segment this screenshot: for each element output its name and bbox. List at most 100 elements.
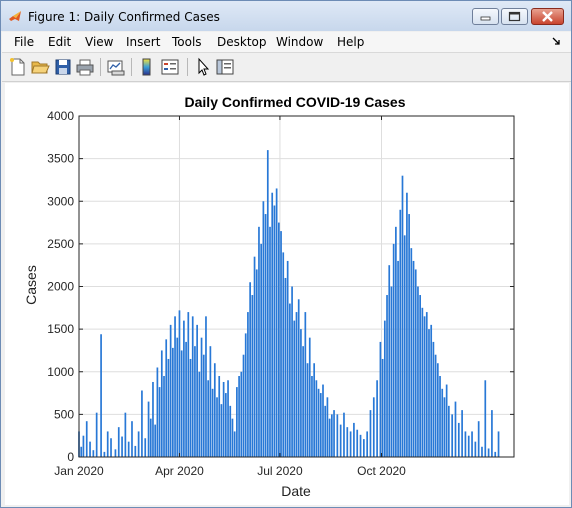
bar [185,341,187,457]
bar [222,381,225,457]
bar [251,295,254,457]
bar [308,337,311,457]
matlab-logo-icon [9,11,21,21]
bar [302,346,304,457]
bar [379,341,382,457]
bar [471,431,473,457]
bar [160,350,163,457]
bar [457,422,460,457]
menu-view[interactable]: View [85,35,113,49]
bar [244,333,247,457]
bar [258,226,260,457]
close-button[interactable] [531,8,564,25]
y-tick-label: 2500 [47,237,74,251]
bar [432,341,435,457]
bar [227,380,229,457]
bar [95,412,98,457]
bar [497,431,500,457]
bar [176,337,179,457]
bar [326,397,329,457]
bar [275,188,278,457]
y-tick-label: 3500 [47,152,74,166]
bar [266,150,269,457]
bar [366,431,369,457]
bar [127,441,130,457]
print-icon[interactable] [75,57,95,77]
minimize-button[interactable] [472,8,499,25]
bar [381,358,384,457]
bar [376,380,378,457]
bar [103,451,106,457]
toolbar-separator [187,58,188,76]
bar [349,431,352,457]
bar [183,320,185,457]
x-tick-label: Apr 2020 [155,464,204,478]
figure-window: Figure 1: Daily Confirmed Cases File Edi… [0,0,572,508]
bar [315,380,318,457]
bar [474,441,477,457]
maximize-button[interactable] [501,8,528,25]
bar [114,449,117,457]
bar [231,418,234,457]
toolbar-separator [100,58,101,76]
bar [454,401,457,457]
bar [100,334,102,457]
bar [322,384,324,457]
bar [229,405,232,457]
bar [89,441,91,457]
open-file-icon[interactable] [30,57,50,77]
bar [328,418,331,457]
close-icon [542,11,553,22]
bar [390,286,393,457]
link-plot-icon[interactable] [106,57,126,77]
bar-chart[interactable]: Daily Confirmed COVID-19 Cases Cases Dat… [5,83,569,505]
save-icon[interactable] [53,57,73,77]
bar [369,410,372,457]
menu-edit[interactable]: Edit [48,35,71,49]
bar [205,316,207,457]
bar [395,226,397,457]
bar [198,371,201,457]
menu-tools[interactable]: Tools [172,35,202,49]
bar [330,414,333,458]
bar [271,192,274,457]
menu-desktop[interactable]: Desktop [217,35,267,49]
bar [343,412,345,457]
insert-colorbar-icon[interactable] [137,57,157,77]
bar [317,388,320,457]
bar [141,390,143,457]
bar [399,209,402,457]
window-title: Figure 1: Daily Confirmed Cases [28,10,220,24]
bar [386,295,388,457]
bar [487,448,490,457]
bar [240,371,243,457]
insert-legend-icon[interactable] [160,57,180,77]
bar [445,384,448,457]
menu-file[interactable]: File [14,35,34,49]
bar [295,312,298,457]
bar [124,412,127,457]
bar [372,397,375,457]
bar [178,310,181,457]
menu-insert[interactable]: Insert [126,35,160,49]
bar [291,286,293,457]
bar [339,424,342,457]
y-axis-label: Cases [23,265,39,305]
bar [428,329,430,458]
menu-window[interactable]: Window [276,35,323,49]
dock-arrow-icon[interactable] [552,37,562,47]
property-inspector-icon[interactable] [215,57,235,77]
bar [417,286,419,457]
new-figure-icon[interactable] [8,57,28,77]
bar [165,339,168,457]
bar [82,435,85,457]
edit-plot-arrow-icon[interactable] [193,57,213,77]
bar [80,446,83,457]
bar [434,354,437,457]
bar [430,324,433,457]
bar [481,446,483,457]
y-tick-label: 3000 [47,194,74,208]
bar [448,405,450,457]
title-bar[interactable]: Figure 1: Daily Confirmed Cases [1,1,571,31]
menu-help[interactable]: Help [337,35,364,49]
